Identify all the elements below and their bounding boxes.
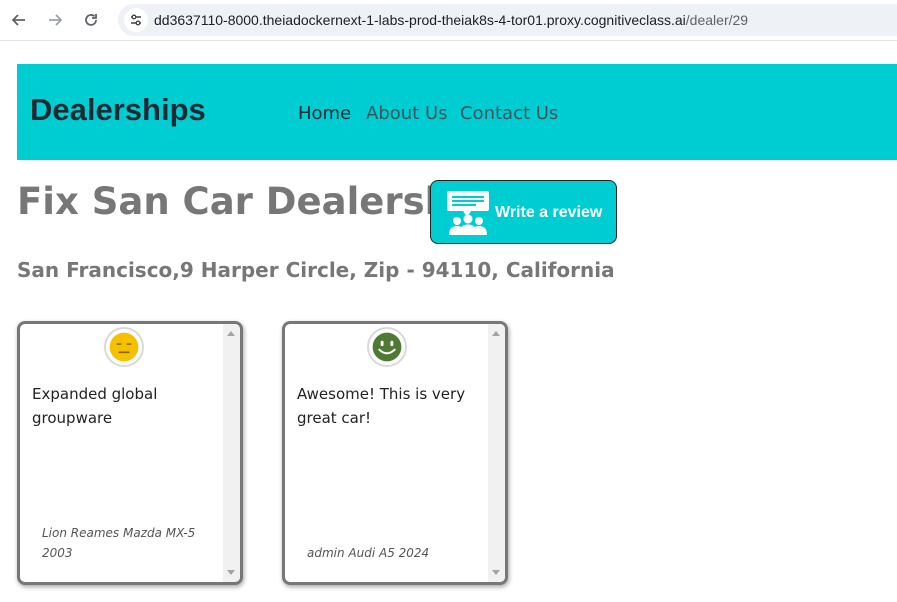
review-meta: Lion Reames Mazda MX-5 2003: [42, 526, 196, 560]
nav-link-home[interactable]: Home: [298, 103, 351, 124]
review-card: Expanded global groupware Lion Reames Ma…: [17, 321, 243, 585]
forward-arrow-icon[interactable]: [44, 9, 66, 31]
nav-link-about-us[interactable]: About Us: [366, 103, 448, 124]
site-navbar: Dealerships Home About Us Contact Us: [17, 64, 897, 160]
brand-title[interactable]: Dealerships: [30, 92, 206, 128]
scroll-down-icon[interactable]: [227, 570, 235, 575]
write-review-label: Write a review: [495, 204, 603, 221]
smiling-face-icon: [367, 327, 407, 367]
scroll-down-icon[interactable]: [492, 570, 500, 575]
review-text: Awesome! This is very great car!: [297, 385, 466, 427]
url-text[interactable]: dd3637110-8000.theiadockernext-1-labs-pr…: [154, 12, 748, 28]
site-settings-icon[interactable]: [124, 8, 148, 32]
write-review-icon: [447, 191, 489, 235]
reload-icon[interactable]: [80, 9, 102, 31]
review-text: Expanded global groupware: [32, 385, 158, 427]
url-host: dd3637110-8000.theiadockernext-1-labs-pr…: [154, 12, 686, 28]
scroll-up-icon[interactable]: [227, 331, 235, 336]
address-bar[interactable]: dd3637110-8000.theiadockernext-1-labs-pr…: [118, 4, 897, 36]
neutral-face-icon: [104, 327, 144, 367]
back-arrow-icon[interactable]: [8, 9, 30, 31]
review-meta: admin Audi A5 2024: [307, 546, 430, 560]
review-card: Awesome! This is very great car! admin A…: [282, 321, 508, 585]
dealer-name: Fix San Car Dealership: [17, 180, 491, 223]
dealer-address: San Francisco,9 Harper Circle, Zip - 941…: [17, 258, 615, 282]
browser-toolbar: dd3637110-8000.theiadockernext-1-labs-pr…: [0, 0, 897, 41]
scroll-up-icon[interactable]: [492, 331, 500, 336]
card-scrollbar[interactable]: [488, 324, 505, 582]
url-path: /dealer/29: [685, 12, 749, 28]
write-review-button[interactable]: Write a review: [430, 180, 617, 244]
nav-link-contact-us[interactable]: Contact Us: [460, 103, 558, 124]
card-scrollbar[interactable]: [223, 324, 240, 582]
